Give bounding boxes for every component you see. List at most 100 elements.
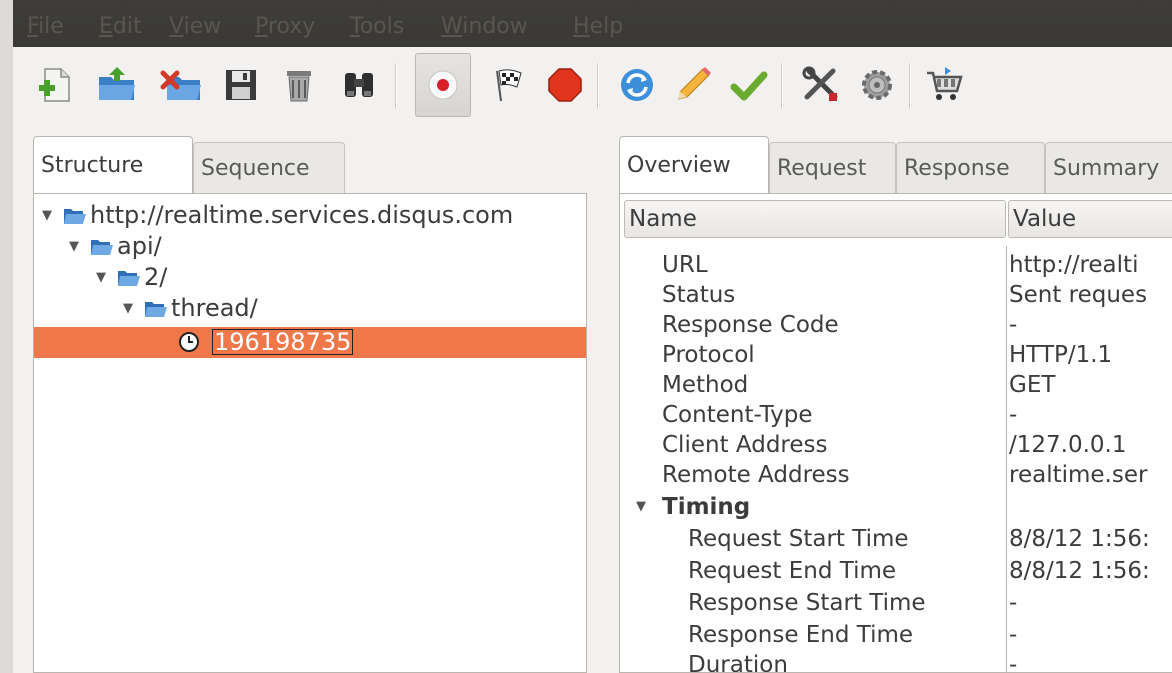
shop-button[interactable] [919, 61, 967, 109]
stop-button[interactable] [541, 61, 589, 109]
property-name: Method [662, 372, 749, 398]
property-value: Sent reques [1009, 282, 1148, 308]
menu-bar: File Edit View Proxy Tools Window Help [13, 0, 1172, 47]
validate-button[interactable] [725, 61, 773, 109]
menu-view[interactable]: View [169, 15, 221, 39]
tree-item-selected[interactable]: 196198735 [34, 327, 586, 358]
property-row[interactable]: Response Code - [620, 310, 1172, 340]
tab-summary[interactable]: Summary [1045, 142, 1172, 194]
property-value: realtime.ser [1009, 462, 1148, 488]
tree-item-label: 196198735 [212, 328, 354, 356]
tree-item[interactable]: ▼ 2/ [34, 262, 586, 293]
menu-proxy[interactable]: Proxy [255, 15, 315, 39]
find-icon [345, 73, 373, 97]
property-name: Request Start Time [688, 526, 909, 552]
record-icon [428, 70, 458, 100]
validate-icon [730, 71, 768, 101]
folder-open-icon [118, 271, 140, 286]
property-value: - [1009, 402, 1018, 428]
menu-help[interactable]: Help [573, 15, 623, 39]
expander-icon[interactable]: ▼ [636, 492, 646, 522]
new-session-button[interactable] [31, 61, 79, 109]
property-value: - [1009, 652, 1018, 673]
property-value: HTTP/1.1 [1009, 342, 1113, 368]
property-row[interactable]: Response Start Time - [620, 588, 1172, 618]
menu-window[interactable]: Window [441, 15, 528, 39]
property-name: Protocol [662, 342, 755, 368]
property-group-row[interactable]: ▼ Timing [620, 492, 1172, 522]
property-name: URL [662, 252, 708, 278]
property-row[interactable]: Method GET [620, 370, 1172, 400]
expander-icon[interactable]: ▼ [123, 293, 133, 324]
tab-overview[interactable]: Overview [619, 136, 769, 194]
property-value: http://realti [1009, 252, 1139, 278]
property-row[interactable]: Content-Type - [620, 400, 1172, 430]
close-session-button[interactable] [157, 61, 205, 109]
property-row[interactable]: Client Address /127.0.0.1 [620, 430, 1172, 460]
tools-icon [802, 66, 838, 101]
structure-tree: ▼ http://realtime.services.disqus.com ▼ … [33, 193, 587, 673]
overview-table: Name Value URL http://realti Status Sent… [619, 193, 1172, 673]
property-row[interactable]: Request Start Time 8/8/12 1:56: [620, 524, 1172, 554]
repeat-icon [621, 69, 653, 101]
property-row[interactable]: Remote Address realtime.ser [620, 460, 1172, 490]
find-button[interactable] [335, 61, 383, 109]
left-tabs: Structure Sequence [33, 136, 593, 194]
property-name: Status [662, 282, 736, 308]
property-row[interactable]: Response End Time - [620, 620, 1172, 650]
toolbar-separator [781, 63, 783, 109]
open-session-icon [99, 67, 135, 100]
edit-button[interactable] [669, 61, 717, 109]
tools-button[interactable] [797, 61, 845, 109]
property-value: - [1009, 312, 1018, 338]
repeat-button[interactable] [613, 61, 661, 109]
menu-edit[interactable]: Edit [99, 15, 142, 39]
tab-request[interactable]: Request [769, 142, 896, 194]
settings-icon [862, 70, 892, 100]
tab-structure[interactable]: Structure [33, 136, 193, 194]
tree-item[interactable]: ▼ api/ [34, 231, 586, 262]
open-session-button[interactable] [93, 61, 141, 109]
expander-icon[interactable]: ▼ [96, 262, 106, 293]
expander-icon[interactable]: ▼ [42, 200, 52, 231]
save-icon [226, 70, 256, 100]
property-row[interactable]: Protocol HTTP/1.1 [620, 340, 1172, 370]
property-name: Response End Time [688, 622, 914, 648]
toolbar-separator [909, 63, 911, 109]
tree-item-label: 2/ [144, 263, 168, 291]
folder-open-icon [145, 302, 167, 317]
property-value: - [1009, 590, 1018, 616]
property-row[interactable]: Status Sent reques [620, 280, 1172, 310]
folder-open-icon [64, 209, 86, 224]
property-name: Response Code [662, 312, 839, 338]
tab-response[interactable]: Response [896, 142, 1045, 194]
property-name: Remote Address [662, 462, 850, 488]
menu-tools[interactable]: Tools [350, 15, 404, 39]
menu-file[interactable]: File [27, 15, 64, 39]
property-name: Response Start Time [688, 590, 926, 616]
tree-item[interactable]: ▼ thread/ [34, 293, 586, 324]
property-row[interactable]: Duration - [620, 650, 1172, 673]
folder-open-icon [91, 240, 113, 255]
property-value: 8/8/12 1:56: [1009, 558, 1150, 584]
clear-icon [287, 71, 311, 102]
property-name: Content-Type [662, 402, 813, 428]
expander-icon[interactable]: ▼ [69, 231, 79, 262]
edit-icon [678, 67, 711, 100]
clear-button[interactable] [275, 61, 323, 109]
breakpoints-icon [496, 69, 522, 102]
save-button[interactable] [217, 61, 265, 109]
breakpoints-button[interactable] [485, 61, 533, 109]
record-button[interactable] [415, 53, 471, 117]
property-row[interactable]: Request End Time 8/8/12 1:56: [620, 556, 1172, 586]
property-row[interactable]: URL http://realti [620, 250, 1172, 280]
settings-button[interactable] [853, 61, 901, 109]
tree-item-label: thread/ [171, 294, 258, 322]
new-session-icon [39, 68, 70, 102]
tree-item[interactable]: ▼ http://realtime.services.disqus.com [34, 200, 586, 231]
tab-sequence[interactable]: Sequence [193, 142, 345, 194]
app-window: File Edit View Proxy Tools Window Help S… [13, 0, 1172, 673]
tree-item-label: api/ [117, 232, 162, 260]
column-header-name[interactable]: Name [624, 200, 1006, 238]
column-header-value[interactable]: Value [1008, 200, 1172, 238]
